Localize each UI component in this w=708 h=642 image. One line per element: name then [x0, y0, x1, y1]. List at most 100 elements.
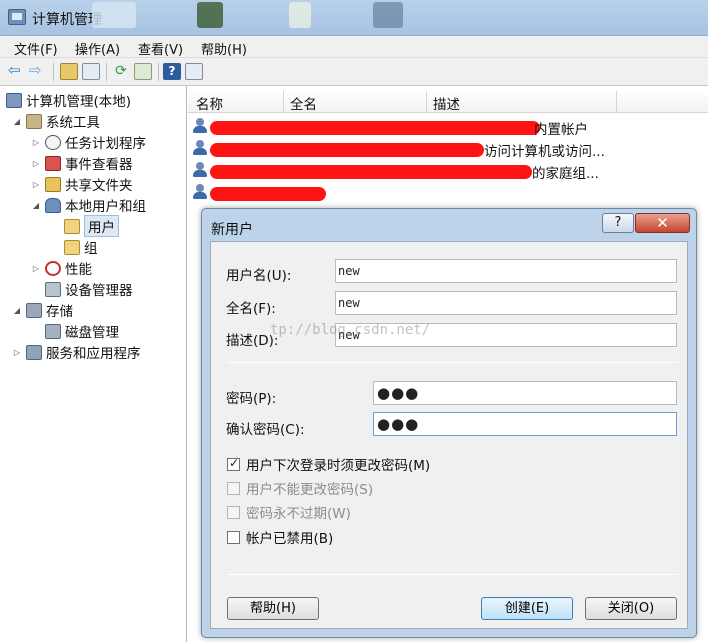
tree-item-device-manager[interactable]: 设备管理器 — [45, 279, 133, 299]
clock-icon — [45, 134, 61, 150]
services-icon — [26, 344, 42, 360]
help-icon[interactable]: ? — [163, 63, 181, 80]
background-icon — [289, 2, 311, 28]
tree-item-shared-folders[interactable]: ▷ 共享文件夹 — [31, 174, 133, 194]
watermark: tp://blog.csdn.net/ — [270, 322, 431, 338]
show-hide-tree-icon[interactable] — [82, 63, 100, 80]
help-button[interactable]: 帮助(H) — [227, 597, 319, 620]
menu-file[interactable]: 文件(F) — [14, 39, 58, 58]
checkbox-label: 用户下次登录时须更改密码(M) — [246, 458, 431, 474]
toolbar-separator — [106, 63, 107, 81]
checkbox-box[interactable] — [227, 505, 240, 519]
dialog-title: 新用户 — [211, 222, 253, 238]
table-row[interactable]: 访问计算机或访问... — [188, 137, 708, 160]
tree-item-event-viewer[interactable]: ▷ 事件查看器 — [31, 153, 133, 173]
user-icon — [192, 118, 208, 134]
performance-icon — [45, 260, 61, 276]
table-row[interactable]: 的家庭组... — [188, 159, 708, 182]
tree-item-local-users-groups[interactable]: ◢ 本地用户和组 — [31, 195, 146, 215]
collapse-arrow-icon[interactable]: ◢ — [31, 201, 41, 210]
confirm-password-input[interactable]: ●●● — [373, 412, 677, 436]
tree-item-task-scheduler[interactable]: ▷ 任务计划程序 — [31, 132, 146, 152]
user-icon — [192, 140, 208, 156]
up-folder-icon[interactable] — [60, 63, 78, 80]
collapse-arrow-icon[interactable]: ◢ — [12, 306, 22, 315]
redaction-mark — [210, 121, 540, 135]
menu-view[interactable]: 查看(V) — [138, 39, 183, 58]
column-divider[interactable] — [616, 91, 617, 113]
fullname-label: 全名(F): — [226, 301, 276, 317]
tree-item-services-applications[interactable]: ▷ 服务和应用程序 — [12, 342, 141, 362]
checkbox-label: 密码永不过期(W) — [246, 506, 351, 522]
menu-help[interactable]: 帮助(H) — [201, 39, 247, 58]
toolbar-separator — [53, 63, 54, 81]
expand-arrow-icon[interactable]: ▷ — [31, 138, 41, 147]
account-disabled-checkbox[interactable]: 帐户已禁用(B) — [227, 527, 333, 547]
divider — [227, 574, 679, 575]
expand-arrow-icon[interactable]: ▷ — [12, 348, 22, 357]
computer-management-icon — [8, 9, 26, 25]
divider — [227, 362, 679, 363]
must-change-password-checkbox[interactable]: 用户下次登录时须更改密码(M) — [227, 454, 430, 474]
storage-icon — [26, 302, 42, 318]
list-header: 名称 全名 描述 — [188, 91, 708, 113]
table-row[interactable]: 内置帐户 — [188, 115, 708, 138]
dialog-close-icon[interactable]: ✕ — [635, 213, 690, 233]
redaction-mark — [210, 187, 326, 201]
column-divider[interactable] — [283, 91, 284, 113]
user-icon — [192, 162, 208, 178]
close-button[interactable]: 关闭(O) — [585, 597, 677, 620]
tree-item-users[interactable]: 用户 — [64, 215, 119, 237]
row-description: 访问计算机或访问... — [484, 144, 605, 160]
dialog-body: 用户名(U): new 全名(F): new 描述(D): new 密码(P):… — [210, 241, 688, 629]
background-icon — [92, 2, 136, 28]
forward-arrow-icon[interactable]: ⇨ — [29, 63, 47, 80]
tree-item-storage[interactable]: ◢ 存储 — [12, 300, 73, 320]
dialog-help-icon[interactable]: ? — [602, 213, 634, 233]
checkbox-label: 用户不能更改密码(S) — [246, 482, 374, 498]
column-description[interactable]: 描述 — [433, 93, 460, 113]
expand-arrow-icon[interactable]: ▷ — [31, 264, 41, 273]
password-input[interactable]: ●●● — [373, 381, 677, 405]
users-groups-icon — [45, 197, 61, 213]
console-tree: 计算机管理(本地) ◢ 系统工具 ▷ 任务计划程序 ▷ 事件查看器 ▷ 共享文件… — [0, 86, 187, 642]
tree-item-computer-management[interactable]: 计算机管理(本地) — [6, 90, 131, 110]
menu-action[interactable]: 操作(A) — [75, 39, 120, 58]
expand-arrow-icon[interactable]: ▷ — [31, 180, 41, 189]
username-label: 用户名(U): — [226, 268, 292, 284]
cannot-change-password-checkbox[interactable]: 用户不能更改密码(S) — [227, 478, 373, 498]
title-bar: 计算机管理 — [0, 0, 708, 36]
fullname-input[interactable]: new — [335, 291, 677, 315]
toolbar-separator — [158, 63, 159, 81]
event-viewer-icon — [45, 155, 61, 171]
collapse-arrow-icon[interactable]: ◢ — [12, 117, 22, 126]
computer-management-icon — [6, 92, 22, 108]
back-arrow-icon[interactable]: ⇦ — [8, 63, 26, 80]
table-row[interactable] — [188, 181, 708, 203]
background-icon — [197, 2, 223, 28]
column-fullname[interactable]: 全名 — [290, 93, 317, 113]
toolbar: ⇦ ⇨ ⟳ ? — [0, 58, 708, 86]
row-description: 内置帐户 — [534, 122, 588, 138]
redaction-mark — [210, 165, 532, 179]
menu-bar: 文件(F) 操作(A) 查看(V) 帮助(H) — [0, 36, 708, 58]
user-icon — [192, 184, 208, 200]
checkbox-box[interactable] — [227, 456, 240, 471]
new-user-dialog: 新用户 ? ✕ 用户名(U): new 全名(F): new 描述(D): ne… — [201, 208, 697, 638]
tree-item-disk-management[interactable]: 磁盘管理 — [45, 321, 119, 341]
refresh-icon[interactable]: ⟳ — [112, 63, 130, 80]
username-input[interactable]: new — [335, 259, 677, 283]
tree-item-groups[interactable]: 组 — [64, 237, 98, 257]
create-button[interactable]: 创建(E) — [481, 597, 573, 620]
tree-item-performance[interactable]: ▷ 性能 — [31, 258, 92, 278]
checkbox-box[interactable] — [227, 481, 240, 495]
password-never-expires-checkbox[interactable]: 密码永不过期(W) — [227, 502, 351, 522]
tree-item-system-tools[interactable]: ◢ 系统工具 — [12, 111, 100, 131]
expand-arrow-icon[interactable]: ▷ — [31, 159, 41, 168]
column-divider[interactable] — [426, 91, 427, 113]
export-list-icon[interactable] — [134, 63, 152, 80]
action-pane-icon[interactable] — [185, 63, 203, 80]
checkbox-box[interactable] — [227, 530, 240, 544]
column-name[interactable]: 名称 — [196, 93, 223, 113]
password-label: 密码(P): — [226, 391, 277, 407]
